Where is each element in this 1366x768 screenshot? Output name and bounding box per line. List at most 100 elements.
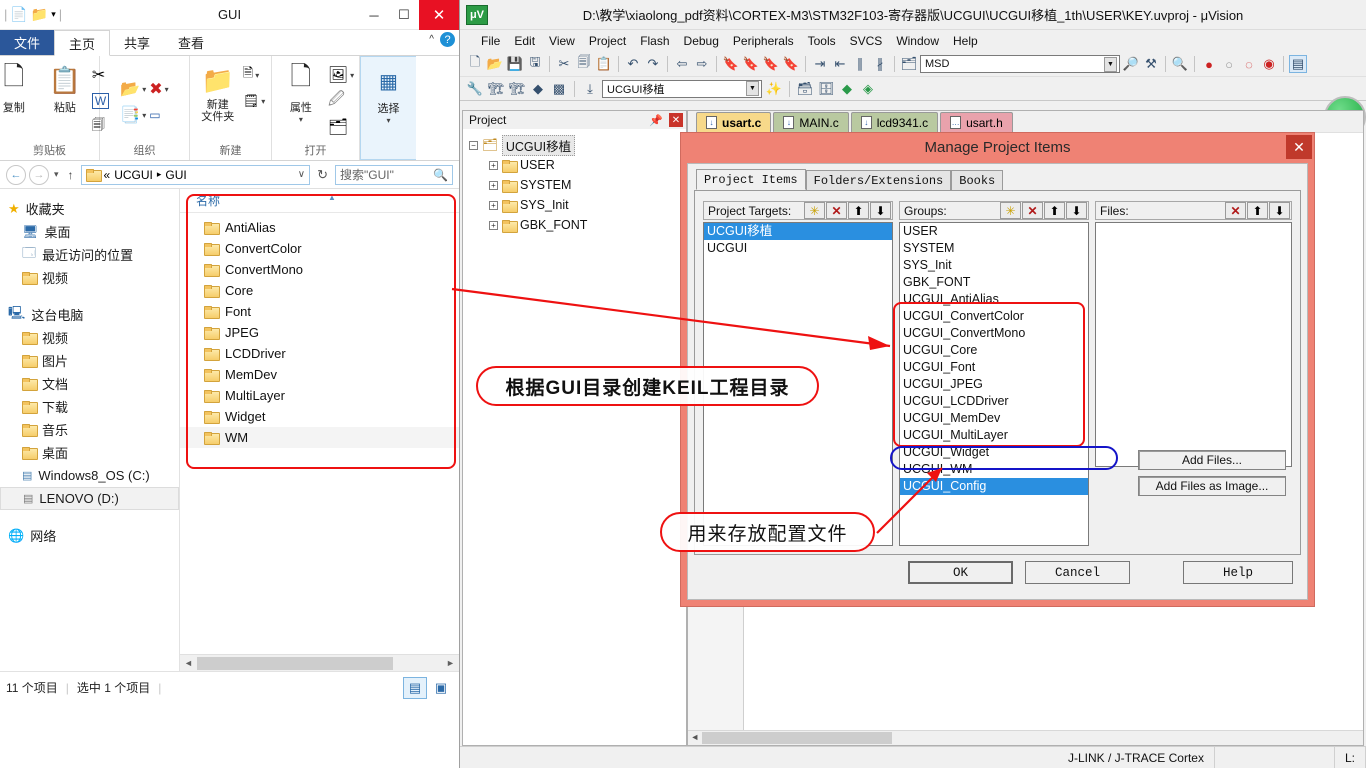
scroll-right-icon[interactable]: ►: [442, 658, 459, 668]
redo-icon[interactable]: ↷: [644, 55, 662, 73]
breadcrumb-gui[interactable]: GUI: [165, 168, 186, 182]
help-button[interactable]: Help: [1183, 561, 1293, 584]
find-in-files-icon[interactable]: 🗂: [900, 55, 918, 73]
list-item[interactable]: UCGUI_MultiLayer: [900, 427, 1088, 444]
add-files-button[interactable]: Add Files...: [1138, 450, 1286, 470]
bookmark-toggle-icon[interactable]: 🔖: [722, 55, 740, 73]
move-up-icon[interactable]: ⬆: [848, 202, 869, 219]
bookmark-next-icon[interactable]: 🔖: [762, 55, 780, 73]
move-up-icon[interactable]: ⬆: [1044, 202, 1065, 219]
properties-button[interactable]: 🗋 属性 ▾: [277, 59, 325, 124]
breadcrumb-ucgui[interactable]: UCGUI: [114, 168, 153, 182]
editor-tab-usart-h[interactable]: … usart.h: [940, 112, 1013, 132]
list-item[interactable]: UCGUI_ConvertColor: [900, 308, 1088, 325]
chevron-up-icon[interactable]: ^: [429, 34, 434, 45]
download-icon[interactable]: ⤓: [581, 80, 599, 98]
new-item-button[interactable]: 🗎▾: [243, 63, 266, 87]
menu-item-tools[interactable]: Tools: [801, 34, 843, 48]
open-file-icon[interactable]: 📂: [486, 55, 504, 73]
target-combo[interactable]: UCGUI移植 ▼: [602, 80, 762, 98]
menu-item-peripherals[interactable]: Peripherals: [726, 34, 801, 48]
bookmark-prev-icon[interactable]: 🔖: [742, 55, 760, 73]
list-item[interactable]: UCGUI_Widget: [900, 444, 1088, 461]
translate-icon[interactable]: 🔧: [466, 80, 484, 98]
nav-item-this-pc[interactable]: 🖳 这台电脑: [0, 303, 179, 326]
copy-icon[interactable]: 🗐: [575, 55, 593, 73]
navigate-forward-icon[interactable]: ⇨: [693, 55, 711, 73]
add-files-as-image-button[interactable]: Add Files as Image...: [1138, 476, 1286, 496]
move-down-icon[interactable]: ⬇: [870, 202, 891, 219]
nav-item-desktop-2[interactable]: 桌面: [0, 441, 179, 464]
copy-to-button[interactable]: 📑▾: [120, 103, 146, 127]
rename-button[interactable]: ▭: [149, 103, 168, 127]
build-icon[interactable]: 🏗: [487, 80, 505, 98]
list-item[interactable]: ConvertMono: [180, 259, 459, 280]
nav-item-music[interactable]: 音乐: [0, 418, 179, 441]
breakpoint-disable-all-icon[interactable]: ◌: [1240, 55, 1258, 73]
rebuild-icon[interactable]: 🏗: [508, 80, 526, 98]
comment-icon[interactable]: ∥: [851, 55, 869, 73]
list-item[interactable]: UCGUI移植: [704, 223, 892, 240]
list-item[interactable]: GBK_FONT: [900, 274, 1088, 291]
menu-item-debug[interactable]: Debug: [677, 34, 726, 48]
list-item[interactable]: UCGUI_AntiAlias: [900, 291, 1088, 308]
history-button[interactable]: 🗂: [328, 115, 354, 139]
list-item[interactable]: JPEG: [180, 322, 459, 343]
files-list[interactable]: [1095, 222, 1292, 467]
bookmark-clear-icon[interactable]: 🔖: [782, 55, 800, 73]
chevron-down-icon[interactable]: ▼: [1104, 57, 1117, 72]
scroll-thumb[interactable]: [197, 657, 393, 670]
details-view-icon[interactable]: ▤: [403, 677, 427, 699]
nav-item-favorites[interactable]: ★ 收藏夹: [0, 197, 179, 220]
breakpoint-disable-icon[interactable]: ○: [1220, 55, 1238, 73]
indent-icon[interactable]: ⇥: [811, 55, 829, 73]
list-item[interactable]: ConvertColor: [180, 238, 459, 259]
file-list-horizontal-scrollbar[interactable]: ◄ ►: [180, 654, 459, 671]
list-item[interactable]: MemDev: [180, 364, 459, 385]
nav-item-recent[interactable]: 🗔 最近访问的位置: [0, 243, 179, 266]
list-item[interactable]: Core: [180, 280, 459, 301]
address-field[interactable]: « UCGUI ▸ GUI ∨: [81, 165, 311, 185]
list-item[interactable]: SYS_Init: [900, 257, 1088, 274]
tab-books[interactable]: Books: [951, 170, 1003, 190]
easy-access-button[interactable]: 🗒▾: [243, 89, 266, 113]
minimize-icon[interactable]: ─: [359, 0, 389, 30]
list-item[interactable]: AntiAlias: [180, 217, 459, 238]
list-item[interactable]: UCGUI_Core: [900, 342, 1088, 359]
tree-node-system[interactable]: + SYSTEM: [469, 175, 686, 195]
manage-windows-icon[interactable]: ▤: [1289, 55, 1307, 73]
back-button[interactable]: ←: [6, 165, 26, 185]
new-item-icon[interactable]: ✳: [1000, 202, 1021, 219]
help-icon[interactable]: ?: [440, 32, 455, 47]
new-file-icon[interactable]: 🗋: [466, 55, 484, 73]
list-item[interactable]: UCGUI: [704, 240, 892, 257]
outdent-icon[interactable]: ⇤: [831, 55, 849, 73]
uncomment-icon[interactable]: ∦: [871, 55, 889, 73]
menu-item-svcs[interactable]: SVCS: [843, 34, 890, 48]
manage-project-items-icon[interactable]: 🗃: [796, 80, 814, 98]
editor-horizontal-scrollbar[interactable]: ◄: [688, 730, 1363, 745]
forward-button[interactable]: →: [29, 165, 49, 185]
edit-button[interactable]: 🖉: [328, 89, 354, 113]
ribbon-tab-home[interactable]: 主页: [54, 30, 110, 56]
ribbon-tab-file[interactable]: 文件: [0, 30, 54, 55]
find-icon[interactable]: 🔎: [1122, 55, 1140, 73]
nav-item-drive-c[interactable]: ▤ Windows8_OS (C:): [0, 464, 179, 487]
move-down-icon[interactable]: ⬇: [1269, 202, 1290, 219]
list-item[interactable]: UCGUI_ConvertMono: [900, 325, 1088, 342]
nav-item-desktop[interactable]: 🖥 桌面: [0, 220, 179, 243]
menu-item-project[interactable]: Project: [582, 34, 633, 48]
list-item[interactable]: USER: [900, 223, 1088, 240]
paste-button[interactable]: 📋 粘贴: [41, 59, 89, 115]
delete-button[interactable]: ✖▾: [149, 77, 168, 101]
pin-icon[interactable]: 📌: [649, 114, 669, 127]
collapse-icon[interactable]: −: [469, 141, 478, 150]
list-item[interactable]: UCGUI_WM: [900, 461, 1088, 478]
select-button[interactable]: ▦ 选择 ▾: [365, 60, 413, 125]
nav-item-drive-d[interactable]: ▤ LENOVO (D:): [0, 487, 179, 510]
ribbon-tab-view[interactable]: 查看: [164, 30, 218, 55]
breakpoint-icon[interactable]: ●: [1200, 55, 1218, 73]
move-up-icon[interactable]: ⬆: [1247, 202, 1268, 219]
file-column-header[interactable]: 名称 ▲: [180, 189, 459, 213]
new-item-icon[interactable]: ✳: [804, 202, 825, 219]
